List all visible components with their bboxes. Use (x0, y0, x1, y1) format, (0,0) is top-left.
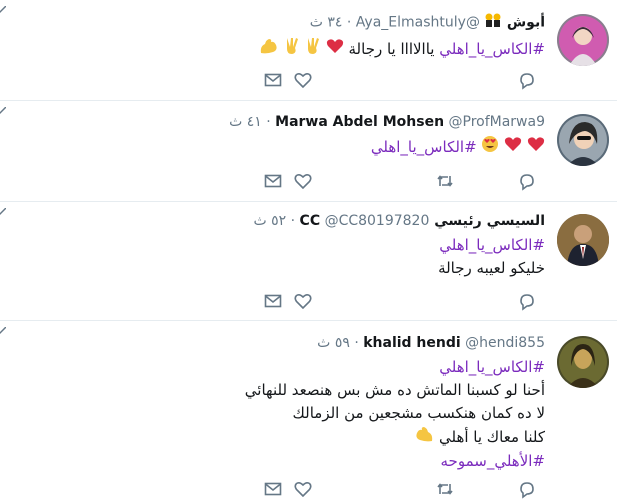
mail-icon[interactable] (263, 70, 283, 90)
tweet-header: السيسي رئيسي CC @CC80197820 · ٥٢ ث (0, 212, 546, 230)
avatar[interactable] (557, 114, 609, 166)
hashtag-link[interactable]: #الكاس_يا_اهلي (439, 40, 545, 58)
handle[interactable]: @hendi855 (465, 335, 545, 351)
flexed-biceps-emoji (414, 425, 434, 450)
heart-icon[interactable] (293, 479, 313, 499)
display-name[interactable]: أبوش (507, 15, 545, 31)
hashtag-link[interactable]: #الكاس_يا_اهلي (439, 358, 545, 376)
avatar[interactable] (557, 336, 609, 388)
text-run: كلنا معاك يا أهلي (438, 428, 545, 446)
chevron-down-icon[interactable] (0, 208, 6, 216)
tweet-text: كلنا معاك يا أهلي (0, 425, 545, 450)
reply-icon[interactable] (517, 70, 537, 90)
hashtag-link[interactable]: #الكاس_يا_اهلي (371, 138, 477, 156)
chevron-down-icon[interactable] (0, 107, 6, 115)
tweet[interactable]: السيسي رئيسي CC @CC80197820 · ٥٢ ث #الكا… (0, 202, 617, 321)
tweet-header: أبوش @Aya_Elmashtuly · ٣٤ ث (0, 12, 545, 33)
timestamp[interactable]: ٥٢ ث (254, 213, 287, 229)
red-heart-emoji (527, 136, 545, 159)
red-heart-emoji (326, 38, 344, 61)
hashtag-link[interactable]: #الأهلي_سموحه (441, 452, 545, 470)
timestamp[interactable]: ٣٤ ث (310, 15, 343, 31)
tweet-text: خليكو لعيبه رجالة (0, 257, 545, 280)
separator-dot: · (266, 114, 271, 130)
separator-dot: · (346, 14, 352, 31)
heart-icon[interactable] (293, 171, 313, 191)
tweet-text: #الكاس_يا_اهلي (0, 234, 545, 257)
retweet-icon[interactable] (435, 171, 455, 191)
separator-dot: · (354, 335, 359, 351)
text-run: أحنا لو كسبنا الماتش ده مش بس هنصعد للنه… (244, 381, 545, 399)
avatar[interactable] (557, 214, 609, 266)
victory-hand-emoji (305, 37, 321, 62)
text-run: خليكو لعيبه رجالة (438, 259, 545, 277)
tweet-header: Marwa Abdel Mohsen @ProfMarwa9 · ٤١ ث (0, 113, 545, 131)
tweet[interactable]: khalid hendi @hendi855 · ٥٩ ث #الكاس_يا_… (0, 321, 617, 503)
reply-icon[interactable] (517, 479, 537, 499)
tweet-text: #الأهلي_سموحه (0, 450, 545, 473)
heart-eyes-emoji (481, 135, 499, 160)
avatar[interactable] (557, 14, 609, 66)
tweet-text: #الكاس_يا_اهلي ياالاااا يا رجالة (0, 37, 545, 62)
timestamp[interactable]: ٥٩ ث (317, 335, 350, 351)
chevron-down-icon[interactable] (0, 327, 6, 335)
display-name[interactable]: Marwa Abdel Mohsen (275, 114, 444, 130)
heart-icon[interactable] (293, 70, 313, 90)
tweet-text: #الكاس_يا_اهلي (0, 135, 545, 160)
red-heart-emoji (504, 136, 522, 159)
retweet-icon[interactable] (435, 479, 455, 499)
mail-icon[interactable] (263, 291, 283, 311)
display-name[interactable]: khalid hendi (363, 335, 460, 351)
handle[interactable]: @Aya_Elmashtuly (356, 15, 480, 31)
tweet-text: أحنا لو كسبنا الماتش ده مش بس هنصعد للنه… (0, 379, 545, 402)
handle[interactable]: @CC80197820 (325, 213, 430, 229)
tweet-text: لا ده كمان هنكسب مشجعين من الزمالك (0, 402, 546, 425)
timestamp[interactable]: ٤١ ث (229, 114, 262, 130)
flexed-biceps-emoji (259, 37, 279, 62)
heart-icon[interactable] (293, 291, 313, 311)
handle[interactable]: @ProfMarwa9 (449, 114, 546, 130)
victory-hand-emoji (284, 37, 300, 62)
tweet[interactable]: أبوش @Aya_Elmashtuly · ٣٤ ث #الكاس_يا_اه… (0, 0, 617, 101)
tweet-header: khalid hendi @hendi855 · ٥٩ ث (0, 334, 545, 352)
dancers-emoji (484, 12, 502, 33)
text-run: ياالاااا يا رجالة (348, 40, 440, 58)
mail-icon[interactable] (263, 171, 283, 191)
text-run: لا ده كمان هنكسب مشجعين من الزمالك (292, 404, 546, 422)
reply-icon[interactable] (517, 291, 537, 311)
separator-dot: · (290, 213, 296, 229)
mail-icon[interactable] (263, 479, 283, 499)
tweet-text: #الكاس_يا_اهلي (0, 356, 545, 379)
hashtag-link[interactable]: #الكاس_يا_اهلي (439, 236, 545, 254)
chevron-down-icon[interactable] (0, 6, 6, 14)
reply-icon[interactable] (517, 171, 537, 191)
tweet[interactable]: Marwa Abdel Mohsen @ProfMarwa9 · ٤١ ث #ا… (0, 101, 617, 202)
